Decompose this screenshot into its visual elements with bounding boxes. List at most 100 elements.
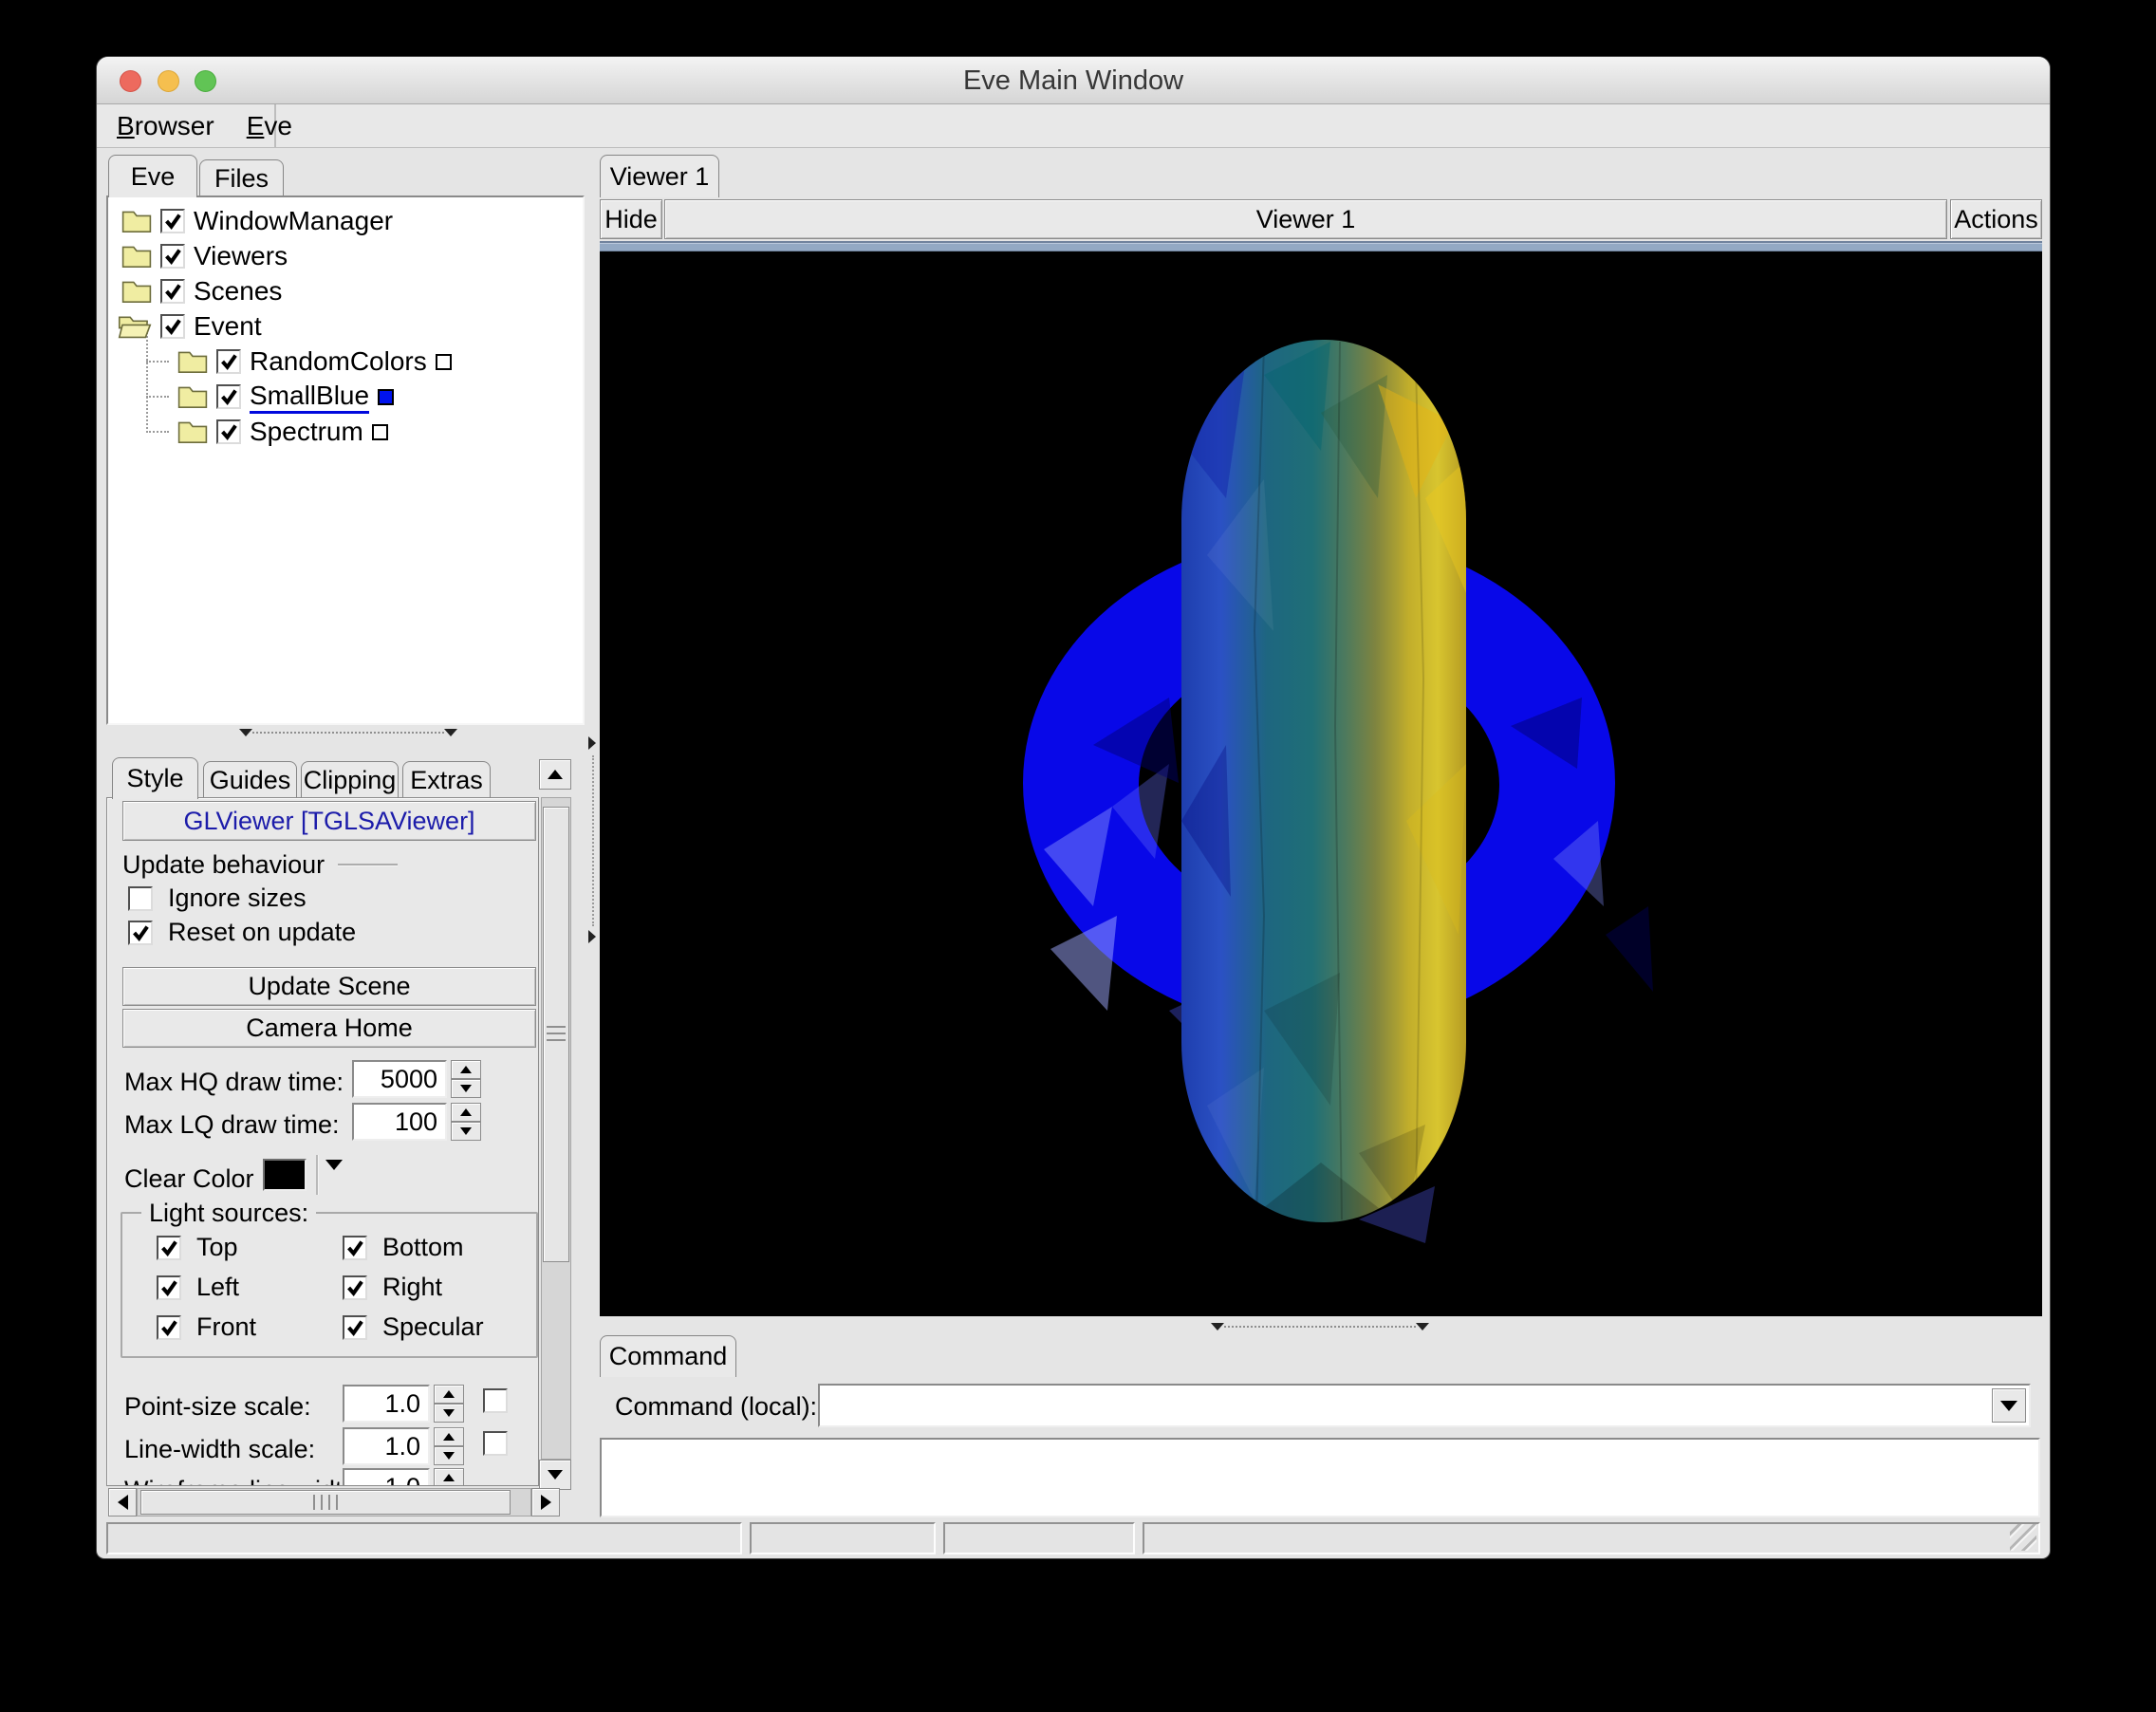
- right-arrow-icon: [541, 1495, 551, 1510]
- hide-button[interactable]: Hide: [600, 199, 662, 239]
- scroll-up-button[interactable]: [539, 759, 571, 790]
- light-right-checkbox[interactable]: [343, 1275, 367, 1300]
- max-lq-input[interactable]: 100: [352, 1103, 447, 1141]
- clear-color-dropdown[interactable]: [325, 1170, 343, 1187]
- line-width-up-button[interactable]: [434, 1427, 464, 1446]
- glviewer-button[interactable]: GLViewer [TGLSAViewer]: [122, 801, 536, 841]
- max-lq-up-button[interactable]: [451, 1103, 481, 1122]
- down-arrow-icon: [325, 1160, 343, 1186]
- tab-eve[interactable]: Eve: [108, 155, 197, 197]
- ignore-sizes-row[interactable]: Ignore sizes: [128, 884, 307, 913]
- tree-item-randomcolors[interactable]: RandomColors: [146, 344, 452, 379]
- tree-item-scenes[interactable]: Scenes: [121, 274, 282, 308]
- tree-editor-splitter[interactable]: [239, 727, 457, 738]
- point-size-up-button[interactable]: [434, 1385, 464, 1404]
- max-hq-up-button[interactable]: [451, 1060, 481, 1079]
- tree-branch-line: [146, 396, 169, 398]
- menu-eve[interactable]: Eve: [247, 111, 292, 141]
- light-front-row[interactable]: Front: [157, 1312, 256, 1342]
- point-size-input[interactable]: 1.0: [343, 1385, 430, 1423]
- point-size-down-button[interactable]: [434, 1404, 464, 1423]
- tab-guides[interactable]: Guides: [203, 761, 297, 799]
- command-dropdown-button[interactable]: [1992, 1388, 2026, 1423]
- light-left-checkbox[interactable]: [157, 1275, 181, 1300]
- down-arrow-icon: [2000, 1401, 2017, 1411]
- wireframe-input[interactable]: 1.0: [343, 1468, 430, 1486]
- color-swatch-outline[interactable]: [436, 354, 452, 370]
- point-size-checkbox[interactable]: [483, 1388, 508, 1413]
- tree-item-smallblue[interactable]: SmallBlue: [146, 380, 394, 414]
- resize-grip-icon[interactable]: [2010, 1524, 2036, 1551]
- tree-checkbox[interactable]: [216, 419, 241, 444]
- tree-checkbox[interactable]: [216, 349, 241, 374]
- line-width-checkbox[interactable]: [483, 1431, 508, 1456]
- tab-clipping[interactable]: Clipping: [301, 761, 399, 799]
- tab-files[interactable]: Files: [199, 159, 284, 197]
- tree-checkbox[interactable]: [160, 209, 185, 233]
- light-specular-row[interactable]: Specular: [343, 1312, 484, 1342]
- status-segment-3: [943, 1522, 1135, 1554]
- hscroll-left-button[interactable]: [108, 1488, 137, 1517]
- hscroll-right-button[interactable]: [531, 1488, 560, 1517]
- viewer-header-bar[interactable]: Viewer 1: [664, 199, 1947, 239]
- max-hq-input[interactable]: 5000: [352, 1060, 447, 1098]
- update-scene-button[interactable]: Update Scene: [122, 967, 536, 1006]
- tab-command[interactable]: Command: [600, 1335, 736, 1377]
- light-left-row[interactable]: Left: [157, 1273, 239, 1302]
- max-hq-down-button[interactable]: [451, 1079, 481, 1098]
- tree-item-viewers[interactable]: Viewers: [121, 239, 288, 273]
- gl-viewport[interactable]: [600, 251, 2042, 1316]
- command-combobox[interactable]: [818, 1384, 2031, 1427]
- light-bottom-row[interactable]: Bottom: [343, 1233, 464, 1262]
- color-swatch-blue[interactable]: [378, 389, 394, 405]
- light-top-row[interactable]: Top: [157, 1233, 238, 1262]
- up-arrow-icon: [443, 1433, 455, 1441]
- menu-browser[interactable]: Browser: [117, 111, 214, 141]
- capsule-mesh: [1181, 340, 1466, 1222]
- titlebar[interactable]: Eve Main Window: [97, 57, 2050, 104]
- down-arrow-icon: [548, 1470, 563, 1479]
- separator-line: [338, 864, 398, 865]
- viewer-highlight-band[interactable]: [600, 241, 2042, 251]
- light-bottom-checkbox[interactable]: [343, 1236, 367, 1260]
- window-title: Eve Main Window: [97, 57, 2050, 104]
- tab-style[interactable]: Style: [112, 757, 198, 799]
- light-front-checkbox[interactable]: [157, 1315, 181, 1340]
- wireframe-label: Wireframe line width: [124, 1472, 357, 1486]
- tree-checkbox[interactable]: [160, 244, 185, 269]
- reset-on-update-row[interactable]: Reset on update: [128, 918, 356, 947]
- style-editor-panel: GLViewer [TGLSAViewer] Update behaviour …: [106, 797, 539, 1486]
- actions-button[interactable]: Actions: [1950, 199, 2042, 239]
- tab-extras[interactable]: Extras: [402, 761, 491, 799]
- down-arrow-icon: [443, 1452, 455, 1460]
- editor-vscrollbar-thumb[interactable]: [543, 807, 569, 1262]
- up-arrow-icon: [443, 1474, 455, 1481]
- clear-color-swatch[interactable]: [263, 1159, 307, 1191]
- reset-on-update-checkbox[interactable]: [128, 921, 153, 945]
- light-right-row[interactable]: Right: [343, 1273, 442, 1302]
- viewer-header-title: Viewer 1: [1256, 205, 1356, 234]
- editor-hscrollbar-thumb[interactable]: [140, 1490, 511, 1515]
- color-swatch-outline[interactable]: [372, 424, 388, 440]
- light-top-checkbox[interactable]: [157, 1236, 181, 1260]
- up-arrow-icon: [460, 1066, 472, 1073]
- line-width-input[interactable]: 1.0: [343, 1427, 430, 1465]
- camera-home-button[interactable]: Camera Home: [122, 1009, 536, 1048]
- tree-item-windowmanager[interactable]: WindowManager: [121, 204, 393, 238]
- viewer-command-splitter[interactable]: [1211, 1321, 1429, 1332]
- max-lq-down-button[interactable]: [451, 1122, 481, 1141]
- light-sources-group: Light sources: Top Bottom Left Right Fro…: [121, 1212, 538, 1358]
- tree-checkbox[interactable]: [160, 279, 185, 304]
- ignore-sizes-checkbox[interactable]: [128, 886, 153, 911]
- scroll-down-button[interactable]: [539, 1460, 571, 1490]
- light-specular-checkbox[interactable]: [343, 1315, 367, 1340]
- panel-vsplitter[interactable]: [586, 148, 600, 1520]
- tree-item-spectrum[interactable]: Spectrum: [146, 415, 388, 449]
- tab-viewer-1[interactable]: Viewer 1: [600, 155, 719, 197]
- tree-checkbox[interactable]: [216, 384, 241, 409]
- tree-item-event[interactable]: Event: [118, 309, 262, 344]
- command-output-area[interactable]: [600, 1438, 2040, 1517]
- tree-checkbox[interactable]: [160, 314, 185, 339]
- line-width-down-button[interactable]: [434, 1446, 464, 1465]
- wireframe-up-button[interactable]: [434, 1468, 464, 1486]
